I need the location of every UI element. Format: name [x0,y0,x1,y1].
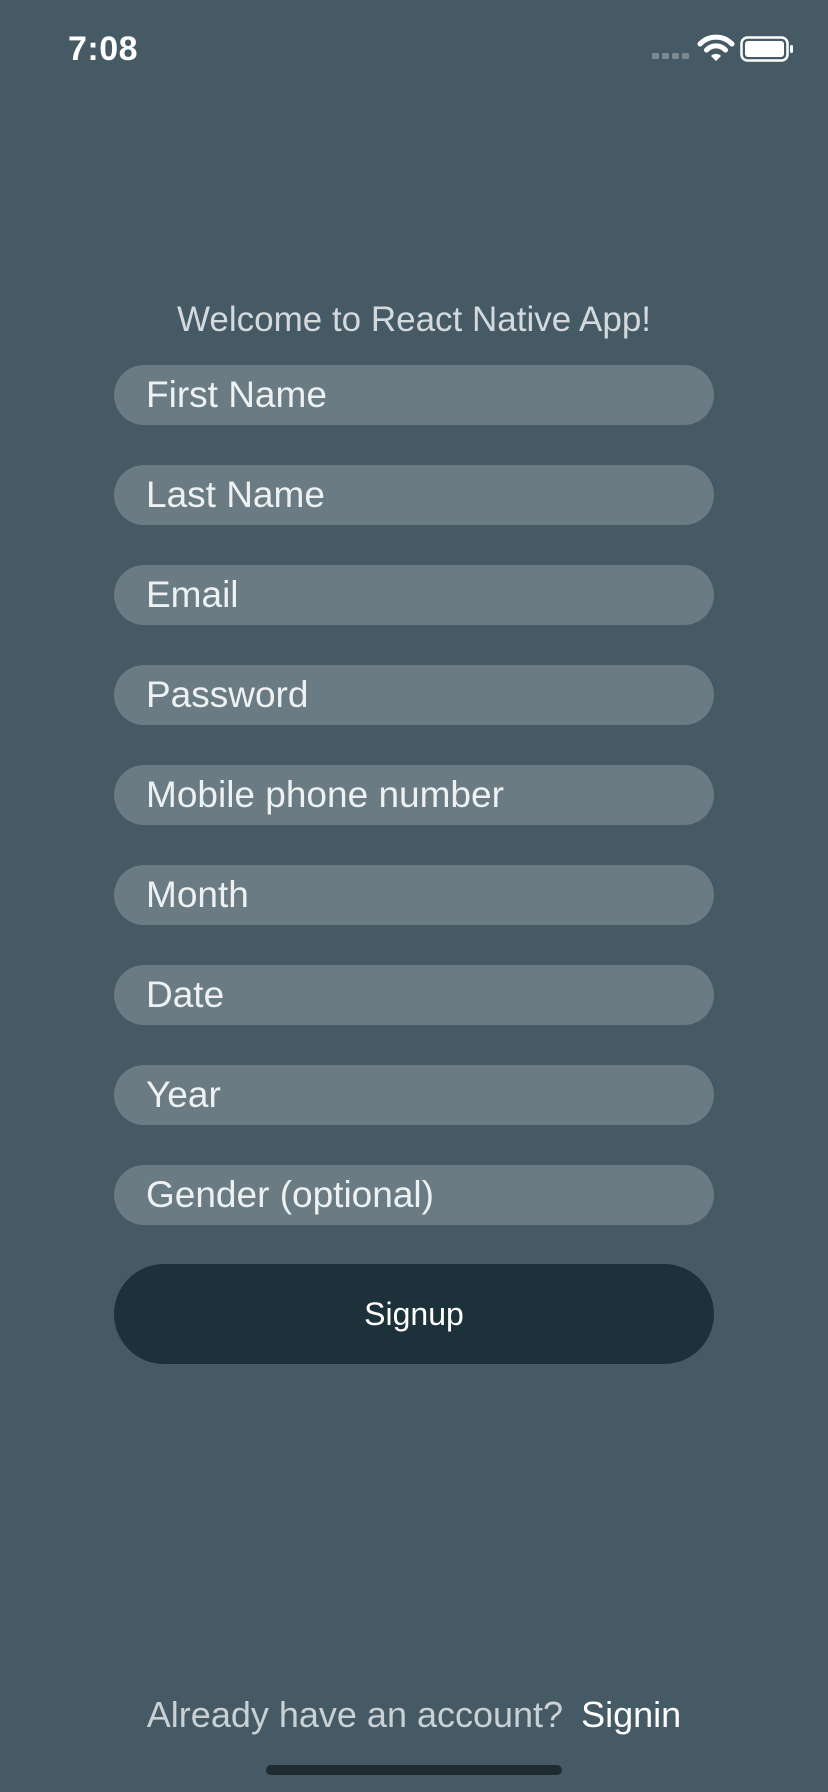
signin-link[interactable]: Signin [581,1694,681,1735]
month-input[interactable] [114,865,714,925]
mobile-phone-input[interactable] [114,765,714,825]
year-input[interactable] [114,1065,714,1125]
wifi-icon [697,34,735,61]
status-time: 7:08 [68,30,139,68]
footer: Already have an account? Signin [0,1694,828,1736]
signal-icon [652,53,689,59]
battery-icon [740,36,793,62]
gender-input[interactable] [114,1165,714,1225]
signin-prompt: Already have an account? [146,1694,564,1735]
email-input[interactable] [114,565,714,625]
date-input[interactable] [114,965,714,1025]
status-bar: 7:08 [0,0,828,100]
last-name-input[interactable] [114,465,714,525]
signup-button[interactable]: Signup [114,1264,714,1364]
first-name-input[interactable] [114,365,714,425]
password-input[interactable] [114,665,714,725]
home-indicator[interactable] [266,1765,562,1775]
welcome-text: Welcome to React Native App! [176,300,652,339]
